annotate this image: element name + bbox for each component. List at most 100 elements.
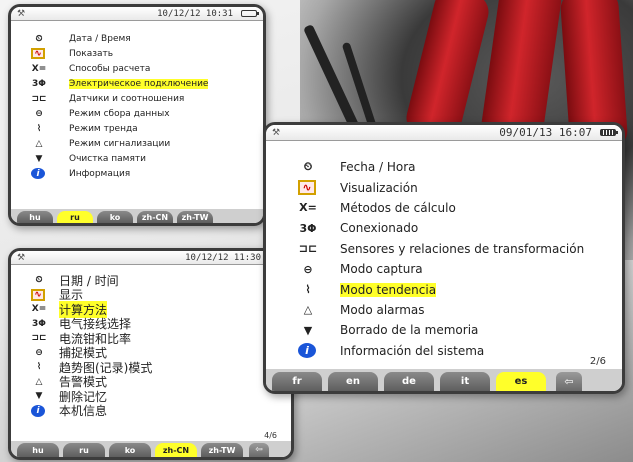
menu-item-label: Датчики и соотношения <box>69 93 185 104</box>
calculation-icon: Ⅹ= <box>31 304 47 315</box>
menu-item[interactable]: ⏲ 日期 / 时间 <box>31 273 152 288</box>
setup-menu: ⏲ Fecha / Hora ∿ Visualización Ⅹ= Métodos de … <box>298 157 584 361</box>
capture-icon: ⊖ <box>35 347 43 358</box>
sensor-icon: ⊐⊏ <box>31 93 47 104</box>
alarm-icon: △ <box>35 138 43 149</box>
chinese-setup-screen: ⚒ 10/12/12 11:30 ⏲ 日期 / 时间 ∿ 显示 Ⅹ= 计算方法 3Φ 电气接线… <box>8 248 294 460</box>
menu-item-label: Modo tendencia <box>340 282 437 297</box>
menu-item[interactable]: ⊖ Modo captura <box>298 259 584 279</box>
menu-item-label: Показать <box>69 48 114 59</box>
menu-item-label: Información del sistema <box>340 343 485 358</box>
three-phase-icon: 3Φ <box>32 78 46 89</box>
display-icon: ∿ <box>31 48 45 59</box>
language-tab[interactable]: ko <box>97 211 133 223</box>
menu-item[interactable]: ⌇ Modo tendencia <box>298 279 584 299</box>
setup-menu: ⏲ 日期 / 时间 ∿ 显示 Ⅹ= 计算方法 3Φ 电气接线选择 ⊐⊏ 电流钳和比率 ⊖ 捕捉模式 ⌇ 趋… <box>31 273 152 418</box>
menu-item[interactable]: ⌇ Режим тренда <box>31 121 208 136</box>
sensor-icon: ⊐⊏ <box>298 242 318 256</box>
status-bar: ⚒ 09/01/13 16:07 <box>266 125 622 141</box>
menu-item[interactable]: ⊐⊏ Sensores y relaciones de transformació… <box>298 239 584 259</box>
menu-item-label: Способы расчета <box>69 63 151 74</box>
language-tab[interactable]: hu <box>17 443 59 457</box>
language-tab[interactable]: en <box>328 372 378 391</box>
wrench-icon: ⚒ <box>272 127 281 138</box>
info-icon: i <box>298 343 316 359</box>
russian-setup-screen: ⚒ 10/12/12 10:31 ⏲ Дата / Время ∿ Показать Ⅹ… <box>8 4 266 226</box>
datetime: 09/01/13 16:07 <box>499 126 592 139</box>
calculation-icon: Ⅹ= <box>299 201 317 215</box>
sensor-icon: ⊐⊏ <box>31 333 47 344</box>
trash-icon: ▼ <box>35 153 43 164</box>
language-tab[interactable]: ru <box>57 211 93 223</box>
menu-item[interactable]: Ⅹ= Métodos de cálculo <box>298 198 584 218</box>
trend-icon: ⌇ <box>305 283 311 297</box>
trend-icon: ⌇ <box>36 362 42 373</box>
menu-item[interactable]: ⏲ Fecha / Hora <box>298 157 584 177</box>
clock-icon: ⏲ <box>35 33 43 44</box>
menu-item-label: Conexionado <box>340 221 419 236</box>
page-indicator: 4/6 <box>264 431 277 440</box>
menu-item-label: 本机信息 <box>59 404 108 419</box>
language-tab[interactable]: ru <box>63 443 105 457</box>
calculation-icon: Ⅹ= <box>31 63 47 74</box>
menu-item-label: Очистка памяти <box>69 153 146 164</box>
capture-icon: ⊖ <box>303 262 313 276</box>
back-button[interactable]: ⇦ <box>556 372 582 391</box>
info-icon: i <box>31 404 45 417</box>
language-tab[interactable]: zh-CN <box>155 443 197 457</box>
language-tab[interactable]: es <box>496 372 546 391</box>
menu-item-label: Электрическое подключение <box>69 78 209 89</box>
alarm-icon: △ <box>35 376 43 387</box>
menu-item-label: Sensores y relaciones de transformación <box>340 241 585 256</box>
trash-icon: ▼ <box>35 391 43 402</box>
language-tab[interactable]: it <box>440 372 490 391</box>
language-tab[interactable]: ko <box>109 443 151 457</box>
clock-icon: ⏲ <box>35 275 43 286</box>
menu-item-label: Modo alarmas <box>340 302 425 317</box>
battery-icon <box>241 10 259 17</box>
menu-item-label: Режим тренда <box>69 123 138 134</box>
display-icon: ∿ <box>31 288 45 301</box>
menu-item[interactable]: i 本机信息 <box>31 404 152 419</box>
menu-item[interactable]: ▼ Borrado de la memoria <box>298 320 584 340</box>
menu-item-label: Métodos de cálculo <box>340 200 456 215</box>
language-tabs: fr en de it es ⇦ <box>266 369 622 391</box>
wrench-icon: ⚒ <box>17 8 26 19</box>
language-tab[interactable]: hu <box>17 211 53 223</box>
language-tab[interactable]: de <box>384 372 434 391</box>
menu-item[interactable]: i Información del sistema <box>298 341 584 361</box>
menu-item[interactable]: 3Φ Электрическое подключение <box>31 76 209 91</box>
setup-menu: ⏲ Дата / Время ∿ Показать Ⅹ= Способы расчета 3… <box>31 31 209 181</box>
display-icon: ∿ <box>298 180 316 196</box>
menu-item[interactable]: ∿ Показать <box>31 46 208 61</box>
wrench-icon: ⚒ <box>17 252 26 263</box>
menu-item[interactable]: △ Режим сигнализации <box>31 136 208 151</box>
datetime: 10/12/12 11:30 <box>185 252 261 263</box>
menu-item[interactable]: ▼ Очистка памяти <box>31 151 208 166</box>
capture-icon: ⊖ <box>35 108 43 119</box>
menu-item[interactable]: ⏲ Дата / Время <box>31 31 208 46</box>
menu-item[interactable]: ⊐⊏ Датчики и соотношения <box>31 91 208 106</box>
menu-item[interactable]: i Информация <box>31 166 208 181</box>
menu-item-label: Fecha / Hora <box>340 160 416 175</box>
menu-item[interactable]: ⊖ Режим сбора данных <box>31 106 208 121</box>
back-button[interactable]: ⇦ <box>249 443 269 457</box>
language-tab[interactable]: zh-TW <box>201 443 243 457</box>
language-tab[interactable]: zh-TW <box>177 211 213 223</box>
menu-item[interactable]: 3Φ Conexionado <box>298 218 584 238</box>
menu-item[interactable]: ∿ Visualización <box>298 177 584 197</box>
menu-item-label: Режим сбора данных <box>69 108 170 119</box>
language-tab[interactable]: zh-CN <box>137 211 173 223</box>
trend-icon: ⌇ <box>36 123 42 134</box>
menu-item-label: Visualización <box>340 180 418 195</box>
language-tab[interactable]: fr <box>272 372 322 391</box>
three-phase-icon: 3Φ <box>32 318 46 329</box>
language-tabs: hu ru ko zh-CN zh-TW ⇦ <box>11 441 291 457</box>
menu-item-label: Modo captura <box>340 262 423 277</box>
battery-icon <box>600 129 618 136</box>
menu-item[interactable]: Ⅹ= Способы расчета <box>31 61 208 76</box>
menu-item[interactable]: △ Modo alarmas <box>298 300 584 320</box>
datetime: 10/12/12 10:31 <box>157 8 233 19</box>
clock-icon: ⏲ <box>303 160 313 174</box>
menu-item-label: Информация <box>69 168 131 179</box>
